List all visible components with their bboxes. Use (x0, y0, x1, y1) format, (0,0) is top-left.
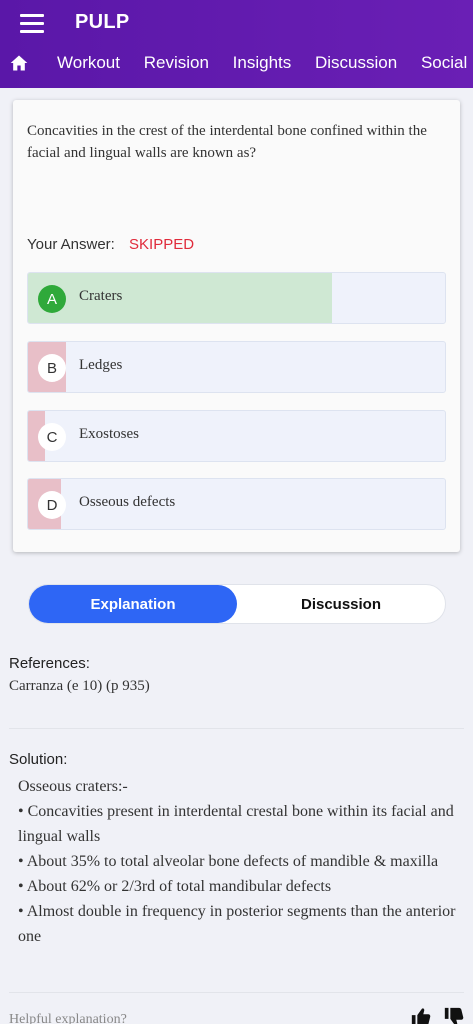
solution-bullet: • Almost double in frequency in posterio… (18, 903, 456, 945)
nav-tabs: Workout Revision Insights Discussion Soc… (57, 53, 473, 73)
tab-discussion[interactable]: Discussion (315, 53, 397, 73)
tab-workout[interactable]: Workout (57, 53, 120, 73)
home-icon[interactable] (9, 53, 29, 73)
option-d-letter: D (38, 491, 66, 519)
thumbs-down-icon[interactable] (443, 1006, 465, 1024)
explanation-tab[interactable]: Explanation (29, 585, 237, 623)
option-b[interactable]: B Ledges (27, 341, 446, 393)
divider (9, 992, 464, 993)
explanation-discussion-toggle: Explanation Discussion (28, 584, 446, 624)
solution-body: Osseous craters:- • Concavities present … (18, 774, 458, 949)
question-card: Concavities in the crest of the interden… (13, 100, 460, 552)
option-a-label: Craters (79, 288, 123, 304)
solution-bullet: • About 35% to total alveolar bone defec… (18, 853, 439, 870)
tab-revision[interactable]: Revision (144, 53, 209, 73)
question-text: Concavities in the crest of the interden… (27, 123, 427, 161)
references-text: Carranza (e 10) (p 935) (9, 678, 150, 694)
divider (9, 728, 464, 729)
solution-intro: Osseous craters:- (18, 778, 128, 795)
discussion-tab[interactable]: Discussion (237, 585, 445, 623)
option-c-label: Exostoses (79, 426, 139, 442)
solution-bullet: • Concavities present in interdental cre… (18, 803, 454, 845)
option-b-letter: B (38, 354, 66, 382)
your-answer-label: Your Answer: (27, 236, 115, 253)
option-c[interactable]: C Exostoses (27, 410, 446, 462)
tab-social[interactable]: Social (421, 53, 467, 73)
helpful-prompt: Helpful explanation? (9, 1012, 127, 1024)
option-c-letter: C (38, 423, 66, 451)
app-title: PULP (75, 11, 130, 33)
option-a-percent-bar (28, 273, 333, 323)
your-answer: Your Answer: SKIPPED (27, 236, 194, 253)
solution-bullet: • About 62% or 2/3rd of total mandibular… (18, 878, 332, 895)
answer-status-badge: SKIPPED (129, 236, 195, 253)
option-d[interactable]: D Osseous defects (27, 478, 446, 530)
option-a[interactable]: A Craters (27, 272, 446, 324)
tab-insights[interactable]: Insights (233, 53, 292, 73)
app-bar: PULP Workout Revision Insights Discussio… (0, 0, 473, 88)
menu-icon[interactable] (20, 14, 44, 34)
solution-heading: Solution: (9, 751, 68, 768)
option-b-label: Ledges (79, 357, 123, 373)
references-heading: References: (9, 655, 90, 672)
option-a-letter: A (38, 285, 66, 313)
option-d-label: Osseous defects (79, 494, 176, 510)
thumbs-up-icon[interactable] (410, 1006, 432, 1024)
